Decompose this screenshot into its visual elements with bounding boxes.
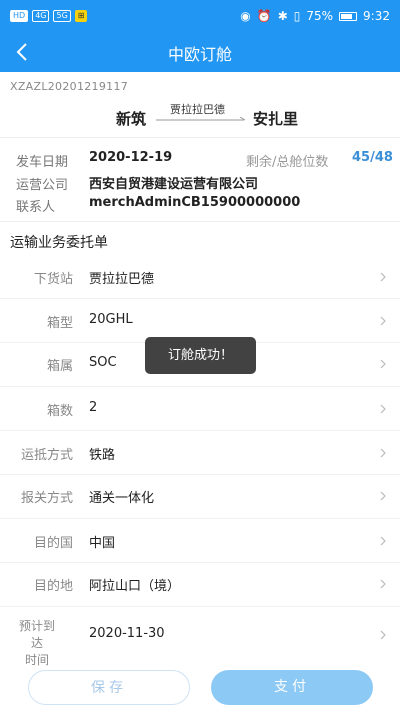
route-arrow-icon (156, 117, 246, 121)
operator-label: 运营公司 (16, 178, 69, 193)
container-ownership-label: 箱属 (46, 359, 73, 374)
unloading-station-value: 贾拉拉巴德 (89, 272, 155, 287)
divider (0, 137, 400, 138)
section-title: 运输业务委托单 (10, 235, 108, 251)
route-via-station: 贾拉拉巴德 (170, 103, 225, 116)
save-button[interactable]: 保存 (28, 670, 190, 705)
chevron-right-icon (380, 536, 386, 546)
form-row-customs-method[interactable]: 报关方式 通关一体化 (0, 475, 400, 519)
container-ownership-value: SOC (89, 355, 117, 370)
departure-date-value: 2020-12-19 (89, 150, 173, 165)
status-bar-left-icons: HD 4G 5G ⊞ (10, 10, 88, 22)
operator-value: 西安自贸港建设运营有限公司 (89, 177, 259, 192)
container-count-value: 2 (89, 400, 98, 415)
destination-label: 目的地 (33, 579, 73, 594)
estimated-arrival-label-line1: 预计到达 (18, 619, 55, 650)
form-row-container-count[interactable]: 箱数 2 (0, 387, 400, 431)
chevron-right-icon (380, 272, 386, 282)
container-count-label: 箱数 (46, 404, 73, 419)
departure-date-label: 发车日期 (16, 155, 69, 170)
chevron-right-icon (380, 491, 386, 501)
hd-icon: HD (10, 10, 29, 22)
customs-method-value: 通关一体化 (89, 491, 155, 506)
destination-country-value: 中国 (89, 536, 116, 551)
form-row-destination-country[interactable]: 目的国 中国 (0, 519, 400, 563)
form-row-arrival-method[interactable]: 运抵方式 铁路 (0, 431, 400, 475)
form-row-unloading-station[interactable]: 下货站 贾拉拉巴德 (0, 255, 400, 299)
pay-button[interactable]: 支付 (211, 670, 373, 705)
vibrate-icon: ▯ (293, 9, 301, 23)
contact-label: 联系人 (16, 200, 56, 215)
eye-icon: ◉ (240, 9, 251, 23)
form-row-destination[interactable]: 目的地 阿拉山口（境） (0, 563, 400, 607)
estimated-arrival-label: 预计到达 时间 (16, 618, 58, 669)
unloading-station-label: 下货站 (33, 272, 73, 287)
nav-bar: 中欧订舱 (0, 34, 400, 72)
divider (0, 221, 400, 222)
status-bar: HD 4G 5G ⊞ ◉ ⏰ ✱ ▯ 75% 9:32 (0, 0, 400, 34)
battery-percent: 75% (306, 9, 334, 23)
arrival-method-value: 铁路 (89, 448, 116, 463)
customs-method-label: 报关方式 (20, 491, 73, 506)
contact-value: merchAdminCB15900000000 (89, 195, 301, 210)
chevron-right-icon (380, 404, 386, 414)
notification-app-icon: ⊞ (74, 10, 88, 22)
battery-icon (339, 11, 358, 21)
signal-5g-icon: 5G (53, 10, 71, 22)
order-number: XZAZL20201219117 (10, 80, 129, 93)
status-bar-right-icons: ◉ ⏰ ✱ ▯ 75% 9:32 (240, 9, 390, 23)
route-destination: 安扎里 (253, 110, 299, 128)
route-origin: 新筑 (116, 110, 147, 128)
arrival-method-label: 运抵方式 (20, 448, 73, 463)
remaining-capacity-label: 剩余/总舱位数 (246, 155, 329, 170)
signal-4g-icon: 4G (32, 10, 50, 22)
estimated-arrival-value: 2020-11-30 (89, 626, 165, 641)
destination-country-label: 目的国 (33, 536, 73, 551)
chevron-right-icon (380, 316, 386, 326)
success-toast: 订舱成功！ (145, 337, 256, 374)
remaining-capacity-value: 45/48 (352, 150, 393, 165)
container-type-value: 20GHL (89, 312, 133, 327)
destination-value: 阿拉山口（境） (89, 579, 181, 594)
chevron-right-icon (380, 359, 386, 369)
form-row-estimated-arrival[interactable]: 预计到达 时间 2020-11-30 (0, 607, 400, 667)
page-title: 中欧订舱 (167, 45, 232, 64)
chevron-right-icon (380, 579, 386, 589)
chevron-right-icon (380, 448, 386, 458)
estimated-arrival-label-line2: 时间 (24, 653, 49, 667)
bluetooth-icon: ✱ (277, 9, 288, 23)
chevron-right-icon (380, 630, 386, 640)
alarm-icon: ⏰ (256, 9, 272, 23)
container-type-label: 箱型 (46, 316, 73, 331)
clock: 9:32 (363, 9, 390, 23)
